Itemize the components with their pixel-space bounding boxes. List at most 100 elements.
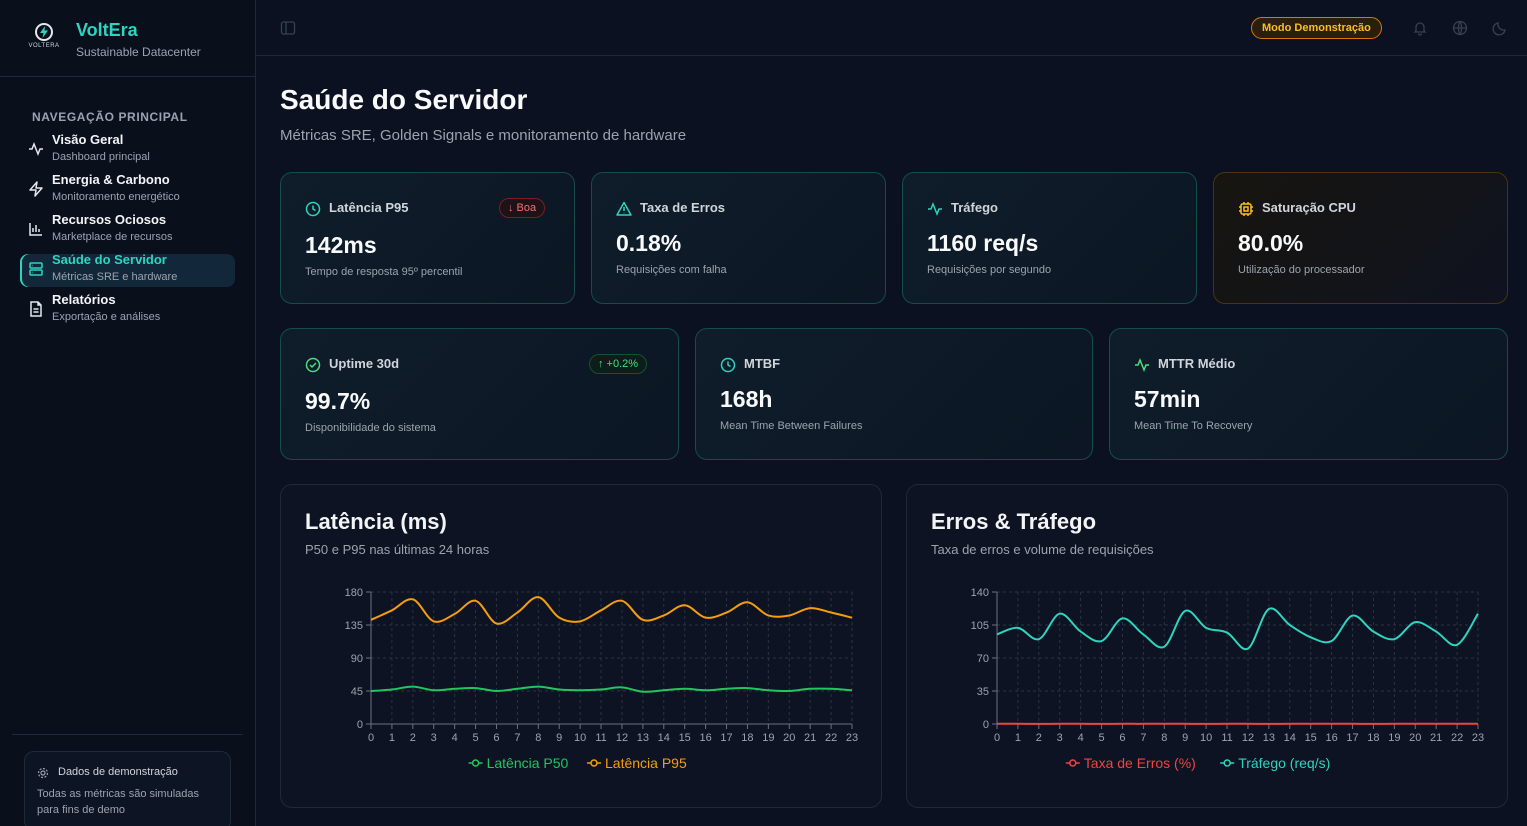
status-badge: ↓ Boa xyxy=(499,198,546,218)
x-tick-label: 14 xyxy=(658,732,670,744)
x-tick-label: 15 xyxy=(679,732,691,744)
y-tick-label: 180 xyxy=(345,587,363,599)
x-tick-label: 17 xyxy=(720,732,732,744)
x-tick-label: 14 xyxy=(1284,732,1296,744)
x-tick-label: 22 xyxy=(1451,732,1463,744)
card-value: 99.7% xyxy=(305,388,371,414)
x-tick-label: 11 xyxy=(1221,732,1232,744)
card-description: Disponibilidade do sistema xyxy=(305,422,436,434)
sidebar-divider xyxy=(12,734,243,735)
card-description: Requisições por segundo xyxy=(927,264,1052,276)
x-tick-label: 5 xyxy=(473,732,479,744)
card-value: 57min xyxy=(1134,386,1201,412)
card-title: Saturação CPU xyxy=(1262,200,1356,215)
sidebar-item-visao-geral[interactable]: Visão Geral Dashboard principal xyxy=(20,132,235,167)
sidebar-item-label: Recursos Ociosos xyxy=(52,212,167,227)
bell-icon[interactable] xyxy=(1412,20,1428,36)
card-description: Tempo de resposta 95º percentil xyxy=(305,266,463,278)
sidebar-item-desc: Dashboard principal xyxy=(52,151,150,163)
x-tick-label: 9 xyxy=(556,732,562,744)
y-tick-label: 0 xyxy=(983,719,989,731)
x-tick-label: 8 xyxy=(535,732,541,744)
legend-label: Taxa de Erros (%) xyxy=(1084,755,1196,771)
demo-data-notice: Dados de demonstração Todas as métricas … xyxy=(24,751,231,826)
x-tick-label: 10 xyxy=(1200,732,1212,744)
card-title: Taxa de Erros xyxy=(640,200,726,215)
x-tick-label: 12 xyxy=(616,732,628,744)
moon-icon[interactable] xyxy=(1492,20,1508,36)
x-tick-label: 11 xyxy=(595,732,606,744)
brand-name: VoltEra xyxy=(76,20,138,40)
x-tick-label: 4 xyxy=(452,732,458,744)
sidebar-item-label: Saúde do Servidor xyxy=(52,252,167,267)
y-tick-label: 105 xyxy=(971,620,989,632)
x-tick-label: 2 xyxy=(410,732,416,744)
cpu-icon xyxy=(1238,201,1254,217)
x-tick-label: 6 xyxy=(493,732,499,744)
sidebar-item-label: Visão Geral xyxy=(52,132,124,147)
x-tick-label: 1 xyxy=(1015,732,1021,744)
card-title: MTTR Médio xyxy=(1158,356,1236,371)
sidebar-item-energia[interactable]: Energia & Carbono Monitoramento energéti… xyxy=(20,172,235,207)
errors-traffic-chart[interactable]: 035701051400 1 2 3 4 5 6 7 8 9 10 11 12 13 14 15 16 17 18 1… xyxy=(907,485,1509,809)
sidebar-item-desc: Métricas SRE e hardware xyxy=(52,271,178,283)
bar-chart-icon xyxy=(28,221,44,237)
activity-icon xyxy=(927,201,943,217)
sidebar-item-label: Relatórios xyxy=(52,292,116,307)
y-tick-label: 0 xyxy=(357,719,363,731)
y-tick-label: 135 xyxy=(345,620,363,632)
x-tick-label: 16 xyxy=(1325,732,1337,744)
x-tick-label: 1 xyxy=(389,732,395,744)
x-tick-label: 5 xyxy=(1099,732,1105,744)
card-title: Tráfego xyxy=(951,200,998,215)
traffic-card: Tráfego 1160 req/s Requisições por segun… xyxy=(902,172,1197,304)
sidebar: VOLTERA VoltEra Sustainable Datacenter N… xyxy=(0,0,256,826)
file-text-icon xyxy=(28,301,44,317)
logo-text: VOLTERA xyxy=(28,43,60,49)
x-tick-label: 7 xyxy=(514,732,520,744)
x-tick-label: 23 xyxy=(1472,732,1484,744)
clock-icon xyxy=(720,357,736,373)
card-description: Mean Time Between Failures xyxy=(720,420,863,432)
x-tick-label: 10 xyxy=(574,732,586,744)
legend-label: Tráfego (req/s) xyxy=(1238,755,1330,771)
sidebar-item-desc: Monitoramento energético xyxy=(52,191,180,203)
alert-triangle-icon xyxy=(616,201,632,217)
sidebar-item-saude[interactable]: Saúde do Servidor Métricas SRE e hardwar… xyxy=(20,252,235,287)
legend-swatch-dot xyxy=(1223,759,1231,767)
card-title: Latência P95 xyxy=(329,200,409,215)
errors-traffic-chart-card: Erros & Tráfego Taxa de erros e volume d… xyxy=(906,484,1508,808)
card-value: 168h xyxy=(720,386,773,412)
zap-icon xyxy=(28,181,44,197)
card-description: Requisições com falha xyxy=(616,264,727,276)
card-value: 0.18% xyxy=(616,230,682,256)
x-tick-label: 0 xyxy=(368,732,374,744)
sidebar-toggle-icon[interactable] xyxy=(280,20,296,36)
x-tick-label: 9 xyxy=(1182,732,1188,744)
demo-text: Todas as métricas são simuladas para fin… xyxy=(37,788,200,816)
x-tick-label: 23 xyxy=(846,732,858,744)
x-tick-label: 15 xyxy=(1305,732,1317,744)
brand-subtitle: Sustainable Datacenter xyxy=(76,45,201,59)
x-tick-label: 16 xyxy=(699,732,711,744)
card-title: Uptime 30d xyxy=(329,356,400,371)
sidebar-item-relatorios[interactable]: Relatórios Exportação e análises xyxy=(20,292,235,327)
x-tick-label: 21 xyxy=(1430,732,1442,744)
legend-swatch-dot xyxy=(590,759,598,767)
uptime-card: Uptime 30d ↑ +0.2% 99.7% Disponibilidade… xyxy=(280,328,679,460)
brand-header: VOLTERA VoltEra Sustainable Datacenter xyxy=(0,0,255,77)
activity-icon xyxy=(1134,357,1150,373)
y-tick-label: 70 xyxy=(977,653,989,665)
voltera-logo[interactable]: VOLTERA xyxy=(26,22,62,54)
page-title: Saúde do Servidor xyxy=(280,84,528,115)
x-tick-label: 6 xyxy=(1119,732,1125,744)
sidebar-item-desc: Exportação e análises xyxy=(52,311,161,323)
error-rate-card: Taxa de Erros 0.18% Requisições com falh… xyxy=(591,172,886,304)
sidebar-item-recursos[interactable]: Recursos Ociosos Marketplace de recursos xyxy=(20,212,235,247)
y-tick-label: 45 xyxy=(351,686,363,698)
globe-icon[interactable] xyxy=(1452,20,1468,36)
sidebar-item-desc: Marketplace de recursos xyxy=(52,231,173,243)
latency-chart[interactable]: 045901351800 1 2 3 4 5 6 7 8 9 10 11 12 13 14 15 16 17 18 1… xyxy=(281,485,883,809)
demo-title: Dados de demonstração xyxy=(58,766,178,778)
top-bar: Modo Demonstração xyxy=(256,0,1527,56)
